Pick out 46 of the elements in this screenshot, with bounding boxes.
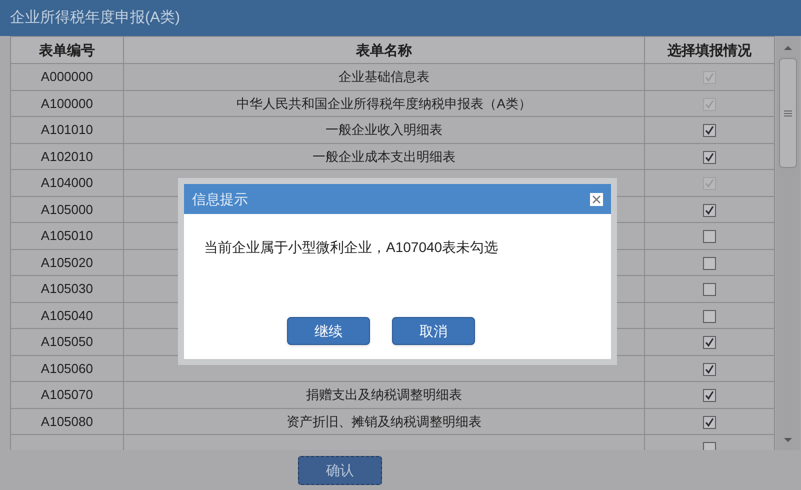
grip-icon [784,110,792,116]
table-cell: A105020 [10,249,124,276]
table-cell: A105080 [10,408,124,434]
dialog-message: 当前企业属于小型微利企业，A107040表未勾选 [204,238,500,257]
window-title: 企业所得税年度申报(A类) [10,8,180,28]
dialog-button[interactable]: 取消 [392,317,475,345]
table-cell: 捐赠支出及纳税调整明细表 [123,382,645,408]
column-header: 表单编号 [10,36,124,64]
table-cell: 中华人民共和国企业所得税年度纳税申报表（A类） [123,90,645,116]
dialog-button[interactable]: 继续 [287,317,370,345]
table-cell: A104000 [10,170,124,196]
checkbox[interactable] [703,336,716,350]
scroll-up-icon[interactable] [783,44,793,52]
checkbox[interactable] [703,256,716,270]
checkbox[interactable] [703,150,716,164]
dialog-title: 信息提示 [192,190,248,208]
table-cell: A000000 [10,64,124,90]
scroll-thumb[interactable] [779,58,797,168]
table-cell: A105060 [10,355,124,382]
table-cell: 一般企业收入明细表 [123,116,645,143]
close-icon[interactable] [590,192,603,206]
column-header: 表单名称 [123,36,645,64]
table-cell: A100000 [10,90,124,116]
table-cell: A105070 [10,382,124,408]
table-cell: 企业基础信息表 [123,64,645,90]
column-header: 选择填报情况 [644,36,774,64]
table-cell: A105010 [10,222,124,249]
checkbox[interactable] [703,416,716,429]
confirm-button[interactable]: 确认 [298,456,382,485]
scroll-down-icon[interactable] [783,436,793,444]
scrollbar[interactable] [776,36,800,450]
checkbox[interactable] [703,124,716,138]
table-cell: 一般企业成本支出明细表 [123,143,645,170]
table-cell: A105030 [10,276,124,302]
checkbox[interactable] [703,362,716,376]
checkbox[interactable] [703,230,716,244]
table-cell: A105040 [10,302,124,328]
table-cell: A101010 [10,116,124,143]
table-cell: A102010 [10,143,124,170]
checkbox[interactable] [703,283,716,296]
checkbox[interactable] [703,389,716,402]
checkbox[interactable] [703,310,716,323]
table-cell: 资产折旧、摊销及纳税调整明细表 [123,408,645,434]
table-cell: A105050 [10,328,124,355]
checkbox[interactable] [703,204,716,217]
table-cell: A105000 [10,196,124,222]
